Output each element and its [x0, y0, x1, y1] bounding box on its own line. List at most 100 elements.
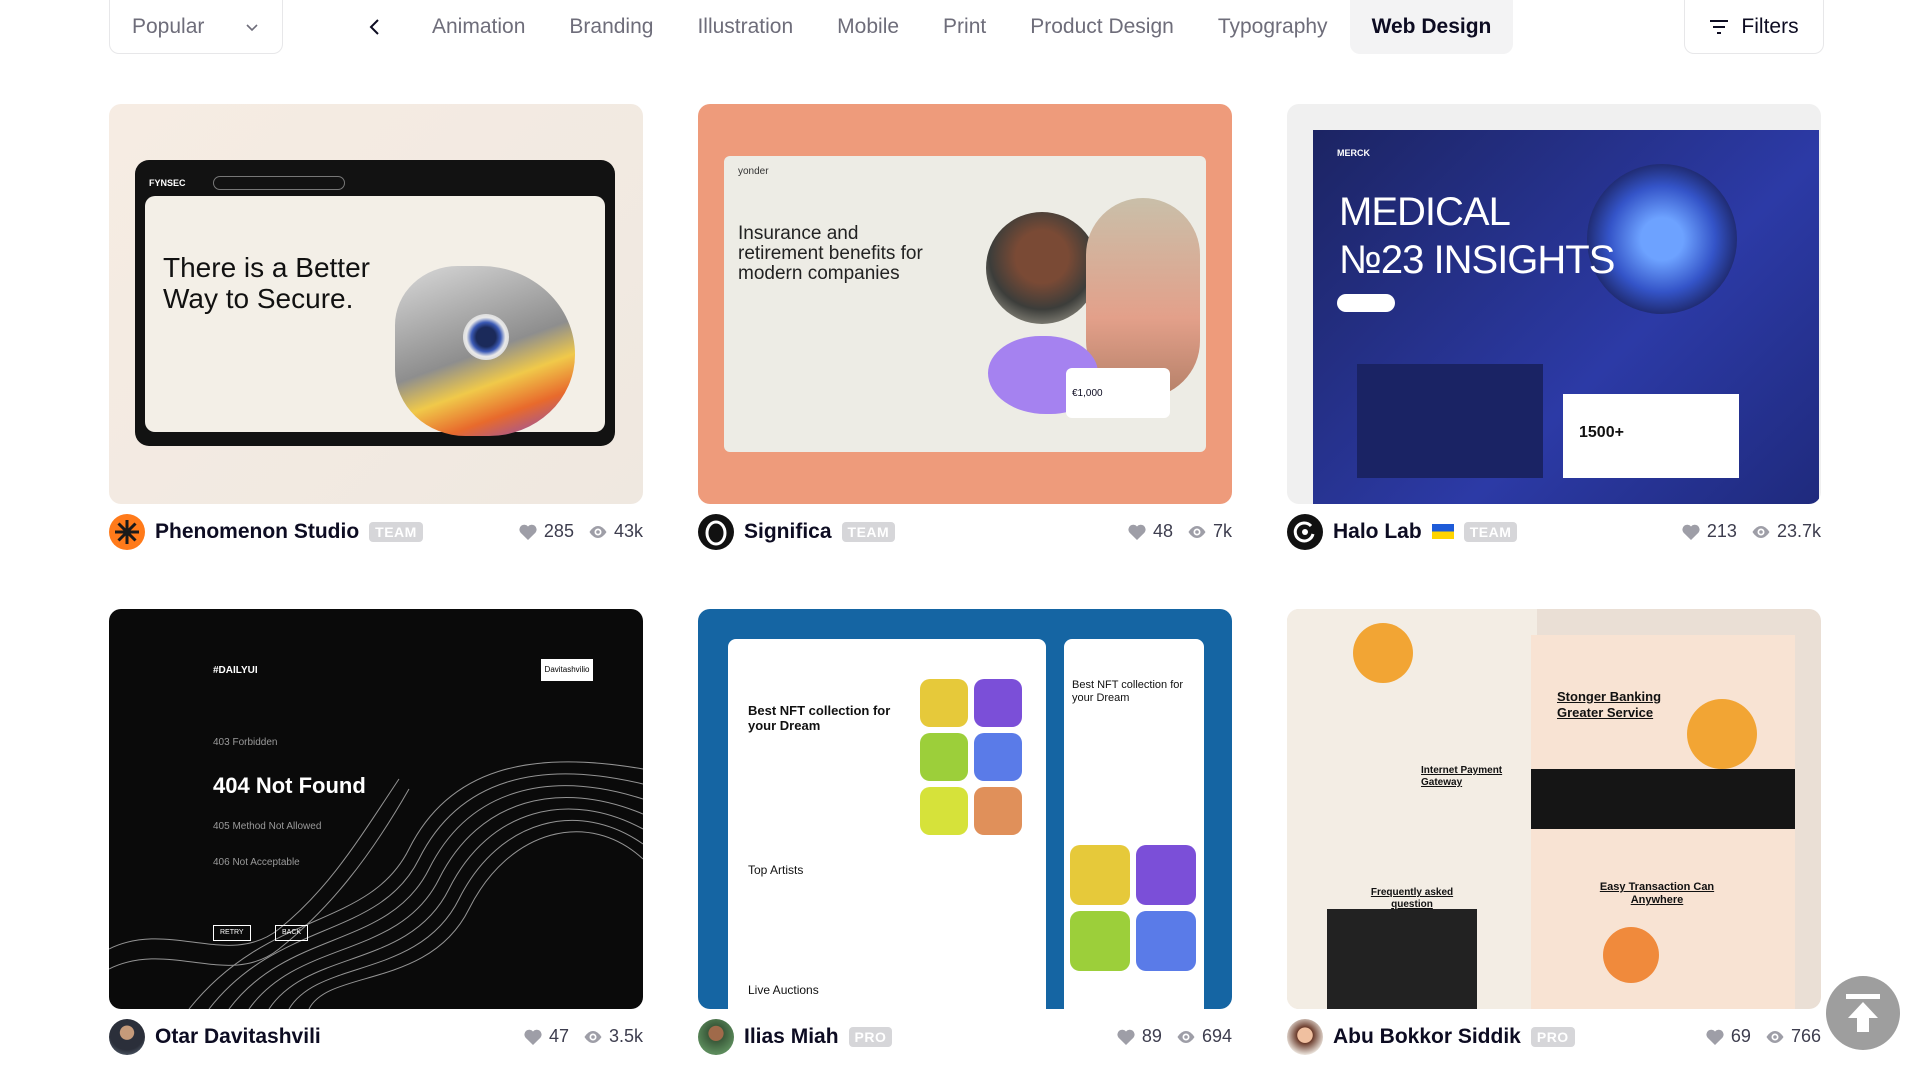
mockup-headline-mobile: Best NFT collection for your Dream [1072, 679, 1184, 704]
shot-meta: Significa TEAM 48 7k [698, 504, 1232, 559]
shot-meta: Ilias Miah PRO 89 694 [698, 1009, 1232, 1064]
camera-lens-image [463, 314, 509, 360]
author-link[interactable]: Ilias Miah PRO [698, 1018, 893, 1055]
author-name: Halo Lab [1333, 519, 1422, 543]
views-stat: 43k [588, 521, 643, 542]
author-link[interactable]: Phenomenon Studio TEAM [109, 513, 423, 550]
tab-typography[interactable]: Typography [1196, 0, 1350, 54]
mockup-headline: Easy Transaction Can Anywhere [1599, 881, 1715, 906]
categories-prev-button[interactable] [360, 7, 390, 47]
views-stat: 766 [1765, 1026, 1821, 1047]
shots-grid: FYNSEC There is a Better Way to Secure. … [109, 104, 1821, 1064]
sort-label: Popular [132, 14, 205, 38]
nft-coin-image [1136, 845, 1196, 905]
views-stat: 23.7k [1751, 521, 1821, 542]
likes-count: 48 [1152, 521, 1173, 541]
author-link[interactable]: Significa TEAM [698, 513, 896, 550]
shot-card: #DAILYUI Davitashvilio 403 Forbidden 404… [109, 609, 643, 1064]
mockup-headline: Insurance and retirement benefits for mo… [738, 223, 923, 284]
heart-icon [1117, 1029, 1135, 1045]
author-link[interactable]: Abu Bokkor Siddik PRO [1287, 1018, 1575, 1055]
filters-label: Filters [1741, 14, 1799, 38]
author-link[interactable]: Otar Davitashvili [109, 1018, 321, 1055]
likes-count: 69 [1730, 1026, 1751, 1046]
shot-stats: 47 3.5k [523, 1026, 643, 1047]
tab-branding[interactable]: Branding [547, 0, 675, 54]
filter-lines-icon [1710, 19, 1729, 34]
shot-thumbnail[interactable]: yonder Insurance and retirement benefits… [698, 104, 1232, 504]
sort-dropdown[interactable]: Popular [109, 0, 283, 54]
views-count: 766 [1790, 1026, 1821, 1046]
mockup-nav [213, 176, 345, 190]
mockup-content [145, 196, 605, 436]
likes-button[interactable]: 213 [1681, 521, 1737, 542]
author-name: Significa [744, 519, 832, 543]
error-line: 406 Not Acceptable [213, 857, 300, 868]
heart-icon [1682, 524, 1700, 540]
shot-card: yonder Insurance and retirement benefits… [698, 104, 1232, 559]
views-stat: 694 [1176, 1026, 1232, 1047]
mockup-brand: yonder [738, 166, 769, 177]
mockup-headline: There is a Better Way to Secure. [163, 252, 370, 314]
eye-icon [1177, 1030, 1195, 1043]
author-name: Otar Davitashvili [155, 1024, 321, 1048]
author-name: Phenomenon Studio [155, 519, 360, 543]
tab-print[interactable]: Print [921, 0, 1008, 54]
avatar [1287, 1018, 1323, 1055]
shot-stats: 48 7k [1127, 521, 1232, 542]
shot-thumbnail[interactable]: Stonger Banking Greater Service Easy Tra… [1287, 609, 1821, 1009]
likes-count: 47 [548, 1026, 569, 1046]
headline-line-2: №23 INSIGHTS [1339, 238, 1615, 282]
mockup-brand: FYNSEC [149, 178, 186, 188]
nft-coin-image [920, 787, 968, 835]
shot-stats: 69 766 [1705, 1026, 1821, 1047]
likes-button[interactable]: 47 [523, 1026, 569, 1047]
tab-mobile[interactable]: Mobile [815, 0, 921, 54]
shot-stats: 89 694 [1116, 1026, 1232, 1047]
tab-web-design[interactable]: Web Design [1349, 0, 1514, 54]
nft-coin-image [974, 787, 1022, 835]
team-badge: TEAM [369, 521, 423, 542]
shot-thumbnail[interactable]: FYNSEC There is a Better Way to Secure. [109, 104, 643, 504]
tab-product-design[interactable]: Product Design [1008, 0, 1196, 54]
filters-button[interactable]: Filters [1684, 0, 1824, 54]
shot-meta: Abu Bokkor Siddik PRO 69 766 [1287, 1009, 1821, 1064]
swirl-logo-icon [1293, 520, 1315, 542]
author-link[interactable]: Halo Lab TEAM [1287, 513, 1518, 550]
eye-icon [1766, 1030, 1784, 1043]
likes-button[interactable]: 89 [1116, 1026, 1162, 1047]
section-title: Live Auctions [748, 983, 819, 997]
mockup-back-button: BACK [275, 925, 309, 941]
pro-badge: PRO [848, 1026, 893, 1047]
headline-line-1: MEDICAL [1339, 190, 1511, 234]
illustration-shape [1603, 927, 1659, 983]
section-title: Top Artists [748, 863, 804, 877]
avatar [1287, 513, 1323, 550]
feature-strip [1531, 769, 1795, 829]
mockup-retry-button: RETRY [213, 925, 251, 941]
mockup-headline: Best NFT collection for your Dream [748, 703, 891, 733]
likes-button[interactable]: 285 [518, 521, 574, 542]
chevron-left-icon [369, 19, 379, 35]
shot-card: FYNSEC There is a Better Way to Secure. … [109, 104, 643, 559]
ring-logo-icon [705, 520, 727, 545]
error-line: 403 Forbidden [213, 737, 278, 748]
likes-count: 213 [1706, 521, 1737, 541]
scroll-to-top-button[interactable] [1826, 976, 1900, 1050]
shot-thumbnail[interactable]: #DAILYUI Davitashvilio 403 Forbidden 404… [109, 609, 643, 1009]
shot-meta: Halo Lab TEAM 213 23.7k [1287, 504, 1821, 559]
heart-icon [524, 1029, 542, 1045]
likes-button[interactable]: 48 [1127, 521, 1173, 542]
likes-button[interactable]: 69 [1705, 1026, 1751, 1047]
shot-thumbnail[interactable]: MERCK MEDICAL №23 INSIGHTS 1500+ [1287, 104, 1821, 504]
likes-count: 89 [1141, 1026, 1162, 1046]
tab-animation[interactable]: Animation [410, 0, 547, 54]
faq-panel [1327, 909, 1477, 1009]
views-stat: 7k [1187, 521, 1232, 542]
eye-icon [1752, 525, 1770, 538]
eye-icon [589, 525, 607, 538]
avatar [109, 513, 145, 550]
tab-illustration[interactable]: Illustration [675, 0, 815, 54]
shot-thumbnail[interactable]: Best NFT collection for your Dream Best … [698, 609, 1232, 1009]
error-line: 405 Method Not Allowed [213, 821, 322, 832]
